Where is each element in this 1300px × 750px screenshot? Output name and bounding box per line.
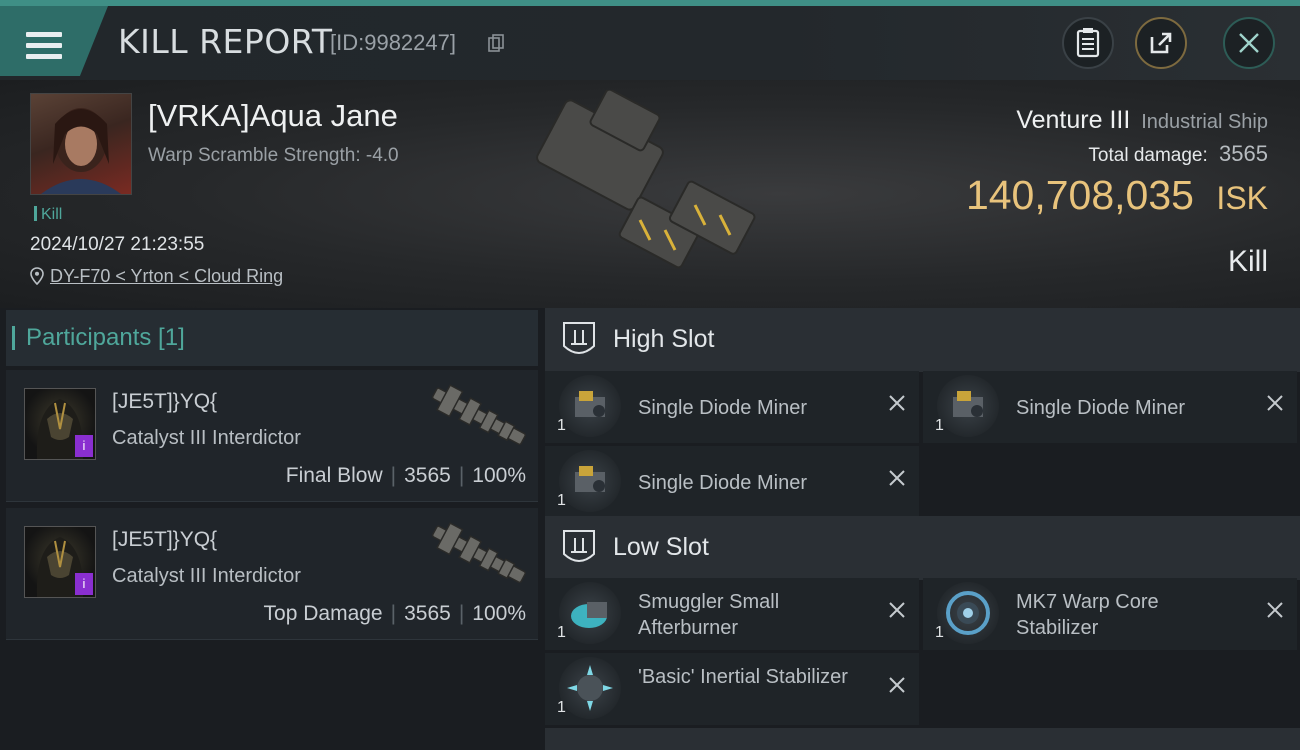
- page-title: KILL REPORT: [118, 22, 333, 61]
- mining-laser-icon: [937, 375, 999, 437]
- participant-ship: Catalyst III Interdictor: [112, 427, 301, 449]
- participant-stats: Final Blow | 3565 | 100%: [286, 464, 526, 488]
- ship-class-text: Industrial Ship: [1141, 111, 1268, 133]
- mining-laser-icon: [559, 450, 621, 512]
- remove-icon[interactable]: [887, 393, 907, 413]
- close-icon: [1239, 33, 1259, 53]
- participant-damage: 3565: [404, 464, 451, 487]
- participants-title: Participants [1]: [12, 324, 185, 351]
- module-name: Single Diode Miner: [638, 472, 807, 494]
- divider: |: [390, 464, 397, 487]
- participant-damage: 3565: [404, 602, 451, 625]
- info-badge: i: [75, 573, 93, 595]
- divider: |: [390, 602, 397, 625]
- location-link[interactable]: DY-F70 < Yrton < Cloud Ring: [50, 266, 283, 286]
- warp-core-stabilizer-icon: [937, 582, 999, 644]
- high-slot-label: High Slot: [613, 325, 715, 353]
- next-slot-header-partial: [545, 728, 1300, 750]
- victim-name[interactable]: [VRKA]Aqua Jane: [148, 98, 398, 134]
- warp-scramble-strength: Warp Scramble Strength: -4.0: [148, 145, 399, 166]
- module-name: Single Diode Miner: [1016, 397, 1185, 419]
- remove-icon[interactable]: [887, 468, 907, 488]
- participant-ship-image: [431, 384, 526, 446]
- portrait-image: [41, 108, 121, 194]
- kill-location[interactable]: DY-F70 < Yrton < Cloud Ring: [30, 266, 283, 287]
- participant-stats: Top Damage | 3565 | 100%: [264, 602, 526, 626]
- divider: |: [458, 602, 465, 625]
- afterburner-icon: [559, 582, 621, 644]
- victim-avatar[interactable]: [30, 93, 132, 195]
- module-item[interactable]: 1 'Basic' Inertial Stabilizer: [545, 653, 919, 725]
- share-icon: [1150, 32, 1172, 54]
- kill-tag: Kill: [34, 206, 62, 224]
- total-damage-label: Total damage:: [1088, 145, 1208, 166]
- kill-timestamp: 2024/10/27 21:23:55: [30, 234, 205, 255]
- module-quantity: 1: [935, 624, 944, 641]
- participant-ship: Catalyst III Interdictor: [112, 565, 301, 587]
- module-quantity: 1: [557, 417, 566, 434]
- module-item[interactable]: 1 Single Diode Miner: [545, 446, 919, 518]
- module-name: Smuggler Small Afterburner: [638, 591, 780, 639]
- high-slot-header: High Slot: [545, 308, 1300, 372]
- participant-percent: 100%: [472, 602, 526, 625]
- divider: |: [458, 464, 465, 487]
- inertial-stabilizer-icon: [559, 657, 621, 719]
- isk-value-row: 140,708,035 ISK: [966, 172, 1268, 219]
- participant-role: Top Damage: [263, 602, 383, 625]
- module-item[interactable]: 1 Single Diode Miner: [923, 371, 1297, 443]
- participant-ship-image: [431, 522, 526, 584]
- remove-icon[interactable]: [1265, 600, 1285, 620]
- module-quantity: 1: [935, 417, 944, 434]
- isk-value: 140,708,035: [965, 172, 1194, 218]
- participant-name: [JE5T]}YQ{: [112, 528, 218, 551]
- menu-icon: [26, 32, 62, 60]
- participant-role: Final Blow: [285, 464, 383, 487]
- participant-percent: 100%: [472, 464, 526, 487]
- module-quantity: 1: [557, 699, 566, 716]
- participant-avatar[interactable]: i: [24, 526, 96, 598]
- module-quantity: 1: [557, 624, 566, 641]
- victim-ship-name: Venture III Industrial Ship: [1016, 106, 1268, 135]
- module-name: 'Basic' Inertial Stabilizer: [638, 666, 848, 688]
- result-label: Kill: [1227, 245, 1268, 278]
- isk-unit: ISK: [1216, 180, 1268, 216]
- module-name: Single Diode Miner: [638, 397, 807, 419]
- clipboard-icon: [1076, 28, 1100, 58]
- remove-icon[interactable]: [1265, 393, 1285, 413]
- clipboard-button[interactable]: [1062, 17, 1114, 69]
- participant-avatar[interactable]: i: [24, 388, 96, 460]
- ship-name-text: Venture III: [1016, 106, 1131, 134]
- mining-laser-icon: [559, 375, 621, 437]
- total-damage-value: 3565: [1219, 141, 1268, 166]
- module-quantity: 1: [557, 492, 566, 509]
- victim-ship-image: [536, 90, 756, 269]
- copy-icon[interactable]: [488, 34, 504, 52]
- high-slot-icon: [563, 322, 595, 354]
- low-slot-label: Low Slot: [613, 533, 709, 561]
- module-item[interactable]: 1 MK7 Warp Core Stabilizer: [923, 578, 1297, 650]
- module-item[interactable]: 1 Smuggler Small Afterburner: [545, 578, 919, 650]
- report-id: [ID:9982247]: [330, 30, 456, 55]
- participant-card[interactable]: i [JE5T]}YQ{ Catalyst III Interdictor Fi…: [6, 370, 538, 502]
- module-item[interactable]: 1 Single Diode Miner: [545, 371, 919, 443]
- participant-card[interactable]: i [JE5T]}YQ{ Catalyst III Interdictor To…: [6, 508, 538, 640]
- info-badge: i: [75, 435, 93, 457]
- module-name: MK7 Warp Core Stabilizer: [1016, 591, 1159, 639]
- low-slot-icon: [563, 530, 595, 562]
- participant-name: [JE5T]}YQ{: [112, 390, 218, 413]
- location-pin-icon: [30, 267, 44, 285]
- low-slot-header: Low Slot: [545, 516, 1300, 580]
- close-button[interactable]: [1223, 17, 1275, 69]
- remove-icon[interactable]: [887, 675, 907, 695]
- remove-icon[interactable]: [887, 600, 907, 620]
- share-button[interactable]: [1135, 17, 1187, 69]
- total-damage: Total damage: 3565: [1088, 141, 1268, 167]
